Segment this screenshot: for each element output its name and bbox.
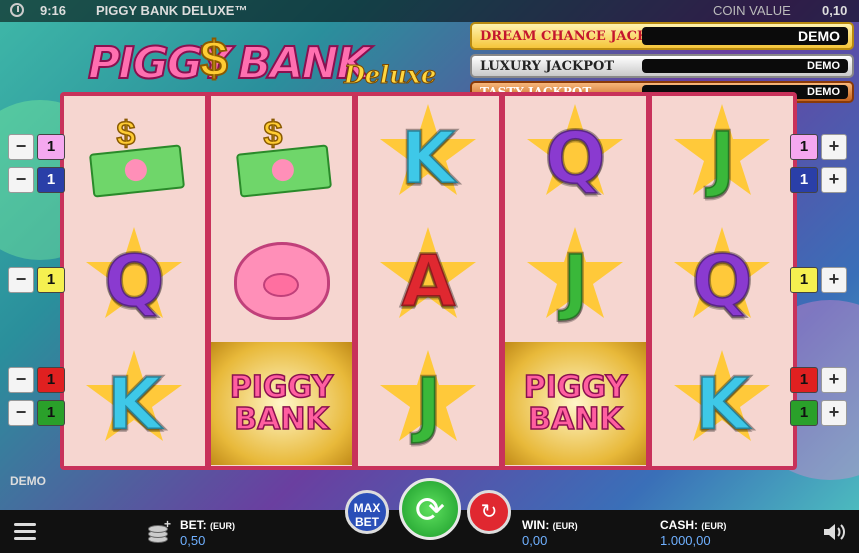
cash-value: 1.000,00 — [660, 533, 711, 548]
payline-number[interactable]: 1 — [790, 167, 818, 193]
payline-control-left: −1 — [8, 167, 65, 193]
payline-control-left: −1 — [8, 367, 65, 393]
payline-number[interactable]: 1 — [790, 400, 818, 426]
win-value: 0,00 — [522, 533, 548, 548]
reel-symbol: Q — [505, 96, 646, 219]
win-label: WIN: (EUR) — [522, 518, 578, 532]
payline-number[interactable]: 1 — [37, 134, 65, 160]
payline-decrease-button[interactable]: − — [8, 134, 34, 160]
spin-controls: MAX BET ⟳ ↻ — [345, 478, 513, 548]
jackpot-value: DEMO — [642, 27, 848, 45]
payline-control-right: 1 + — [790, 367, 847, 393]
symbol-j: J — [561, 238, 591, 323]
payline-number[interactable]: 1 — [37, 400, 65, 426]
jackpot-dream-chance: DREAM CHANCE JACKPOT DEMO — [470, 22, 854, 50]
sound-icon[interactable] — [822, 522, 846, 542]
clock-icon — [10, 3, 24, 17]
payline-number[interactable]: 1 — [790, 134, 818, 160]
bet-label: BET: (EUR) — [180, 518, 236, 532]
game-title: PIGGY BANK DELUXE™ — [96, 3, 248, 18]
menu-icon[interactable] — [14, 523, 36, 541]
payline-increase-button[interactable]: + — [821, 367, 847, 393]
reel-symbol: A — [358, 219, 499, 342]
symbol-piggy-bank-scatter: PIGGY BANK — [523, 370, 628, 437]
status-bar: 9:16 PIGGY BANK DELUXE™ COIN VALUE 0,10 — [0, 0, 859, 22]
reel-symbol: K — [358, 96, 499, 219]
symbol-j: J — [708, 115, 738, 200]
reel-3: KAJ — [358, 96, 499, 466]
logo-word-deluxe: Deluxe — [343, 60, 437, 90]
payline-increase-button[interactable]: + — [821, 400, 847, 426]
symbol-piggy-bank-scatter: PIGGY BANK — [229, 370, 334, 437]
symbol-k: K — [693, 361, 752, 446]
reel-symbol: K — [652, 342, 793, 465]
cash-label: CASH: (EUR) — [660, 518, 727, 532]
payline-increase-button[interactable]: + — [821, 167, 847, 193]
jackpot-value: DEMO — [642, 59, 848, 73]
spin-icon: ⟳ — [414, 489, 446, 530]
reel-symbol: PIGGY BANK — [505, 342, 646, 465]
payline-increase-button[interactable]: + — [821, 267, 847, 293]
coins-icon[interactable]: + — [146, 517, 171, 543]
symbol-j: J — [414, 361, 444, 446]
reel-symbol: Q — [652, 219, 793, 342]
payline-control-left: −1 — [8, 267, 65, 293]
dollar-sign: $ — [116, 114, 136, 154]
reel-symbol — [211, 219, 352, 342]
payline-control-right: 1 + — [790, 167, 847, 193]
reel-symbol: K — [64, 342, 205, 465]
payline-decrease-button[interactable]: − — [8, 400, 34, 426]
symbol-money-stack-icon: $ — [87, 114, 185, 198]
symbol-q: Q — [690, 238, 754, 323]
payline-control-right: 1 + — [790, 267, 847, 293]
payline-control-left: −1 — [8, 400, 65, 426]
jackpot-luxury: LUXURY JACKPOT DEMO — [470, 54, 854, 78]
game-logo: PIGGY $ BANK Deluxe — [87, 30, 448, 94]
demo-label: DEMO — [10, 474, 46, 488]
reel-symbol: J — [358, 342, 499, 465]
payline-decrease-button[interactable]: − — [8, 367, 34, 393]
payline-control-left: −1 — [8, 134, 65, 160]
reel-symbol: PIGGY BANK — [211, 342, 352, 465]
payline-control-right: 1 + — [790, 134, 847, 160]
reel-symbol: $ — [211, 96, 352, 219]
payline-number[interactable]: 1 — [790, 367, 818, 393]
symbol-q: Q — [102, 238, 166, 323]
reel-symbol: J — [505, 219, 646, 342]
payline-number[interactable]: 1 — [790, 267, 818, 293]
symbol-a: A — [399, 238, 458, 323]
dollar-sign: $ — [263, 114, 283, 154]
reel-symbol: $ — [64, 96, 205, 219]
coin-value-label: COIN VALUE — [713, 3, 791, 18]
jackpot-name: LUXURY JACKPOT — [480, 59, 615, 74]
symbol-q: Q — [543, 115, 607, 200]
symbol-k: K — [399, 115, 458, 200]
autoplay-icon: ↻ — [480, 501, 498, 523]
reel-2: $ PIGGY BANK — [211, 96, 352, 466]
reel-symbol: J — [652, 96, 793, 219]
max-bet-button[interactable]: MAX BET — [345, 490, 389, 534]
reel-5: JQK — [652, 96, 793, 466]
symbol-money-stack-icon: $ — [234, 114, 332, 198]
reels-frame: $ Q K $ PIGGY BANK K A J Q J PIGGY BANK J Q K — [60, 92, 797, 470]
payline-increase-button[interactable]: + — [821, 134, 847, 160]
autoplay-button[interactable]: ↻ — [467, 490, 511, 534]
symbol-piggy-bank-icon — [233, 241, 330, 320]
logo-dollar-sign: $ — [199, 30, 229, 88]
coin-value[interactable]: 0,10 — [822, 3, 847, 18]
bet-value: 0,50 — [180, 533, 206, 548]
symbol-k: K — [105, 361, 164, 446]
reel-4: Q J PIGGY BANK — [505, 96, 646, 466]
payline-number[interactable]: 1 — [37, 367, 65, 393]
payline-decrease-button[interactable]: − — [8, 167, 34, 193]
payline-number[interactable]: 1 — [37, 167, 65, 193]
payline-decrease-button[interactable]: − — [8, 267, 34, 293]
reel-symbol: Q — [64, 219, 205, 342]
clock-time: 9:16 — [40, 3, 67, 18]
spin-button[interactable]: ⟳ — [399, 478, 461, 540]
payline-number[interactable]: 1 — [37, 267, 65, 293]
payline-control-right: 1 + — [790, 400, 847, 426]
reel-1: $ Q K — [64, 96, 205, 466]
